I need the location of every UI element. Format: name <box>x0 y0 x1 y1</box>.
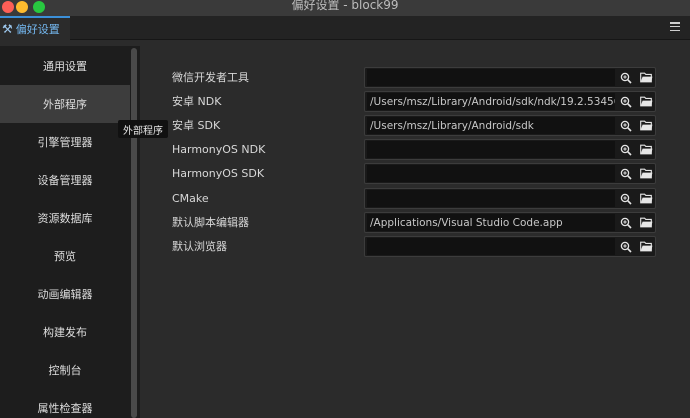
setting-label-cmake: CMake <box>172 192 209 205</box>
setting-label-android-ndk: 安卓 NDK <box>172 95 222 108</box>
path-input[interactable] <box>367 214 615 231</box>
path-input[interactable] <box>367 238 615 255</box>
search-icon[interactable] <box>617 141 635 158</box>
setting-field-harmonyos-ndk <box>364 139 656 160</box>
setting-field-default-script-editor <box>364 212 656 233</box>
setting-field-wechat-devtools <box>364 67 656 88</box>
path-input[interactable] <box>367 190 615 207</box>
tools-icon: ⚒ <box>2 22 13 36</box>
sidebar-item-inspector[interactable]: 属性检查器 <box>0 389 130 418</box>
window-titlebar: 偏好设置 - block99 <box>0 0 690 16</box>
sidebar-item-engine-manager[interactable]: 引擎管理器 <box>0 123 130 161</box>
setting-label-android-sdk: 安卓 SDK <box>172 119 221 132</box>
path-input[interactable] <box>367 165 615 182</box>
setting-field-harmonyos-sdk <box>364 163 656 184</box>
setting-field-android-ndk <box>364 91 656 112</box>
search-icon[interactable] <box>617 117 635 134</box>
folder-icon[interactable] <box>637 214 655 231</box>
folder-icon[interactable] <box>637 165 655 182</box>
setting-label-default-browser: 默认浏览器 <box>172 240 227 253</box>
sidebar-item-preview[interactable]: 预览 <box>0 237 130 275</box>
folder-icon[interactable] <box>637 238 655 255</box>
path-input[interactable] <box>367 117 615 134</box>
path-input[interactable] <box>367 93 615 110</box>
search-icon[interactable] <box>617 190 635 207</box>
setting-label-harmonyos-ndk: HarmonyOS NDK <box>172 143 266 156</box>
path-input[interactable] <box>367 69 615 86</box>
tooltip: 外部程序 <box>118 120 168 138</box>
folder-icon[interactable] <box>637 117 655 134</box>
sidebar-item-general[interactable]: 通用设置 <box>0 47 130 85</box>
sidebar-item-console[interactable]: 控制台 <box>0 351 130 389</box>
folder-icon[interactable] <box>637 93 655 110</box>
folder-icon[interactable] <box>637 141 655 158</box>
tab-label: 偏好设置 <box>15 23 60 36</box>
search-icon[interactable] <box>617 165 635 182</box>
sidebar-scrollbar-thumb[interactable] <box>131 48 137 418</box>
setting-field-default-browser <box>364 236 656 257</box>
search-icon[interactable] <box>617 69 635 86</box>
folder-icon[interactable] <box>637 190 655 207</box>
setting-field-android-sdk <box>364 115 656 136</box>
tab-preferences[interactable]: ⚒ 偏好设置 <box>0 16 70 40</box>
folder-icon[interactable] <box>637 69 655 86</box>
sidebar-item-external-programs[interactable]: 外部程序 <box>0 85 130 123</box>
sidebar-item-animation-editor[interactable]: 动画编辑器 <box>0 275 130 313</box>
sidebar: 通用设置 外部程序 引擎管理器 设备管理器 资源数据库 预览 动画编辑器 构建发… <box>0 46 140 418</box>
setting-label-wechat-devtools: 微信开发者工具 <box>172 71 249 84</box>
window-title: 偏好设置 - block99 <box>291 0 399 12</box>
tab-bar: ⚒ 偏好设置 <box>0 16 690 40</box>
setting-field-cmake <box>364 188 656 209</box>
sidebar-item-build[interactable]: 构建发布 <box>0 313 130 351</box>
search-icon[interactable] <box>617 93 635 110</box>
path-input[interactable] <box>367 141 615 158</box>
menu-icon[interactable] <box>670 22 680 32</box>
setting-label-harmonyos-sdk: HarmonyOS SDK <box>172 167 265 180</box>
search-icon[interactable] <box>617 214 635 231</box>
setting-label-default-script-editor: 默认脚本编辑器 <box>172 216 249 229</box>
sidebar-item-asset-database[interactable]: 资源数据库 <box>0 199 130 237</box>
search-icon[interactable] <box>617 238 635 255</box>
sidebar-item-device-manager[interactable]: 设备管理器 <box>0 161 130 199</box>
